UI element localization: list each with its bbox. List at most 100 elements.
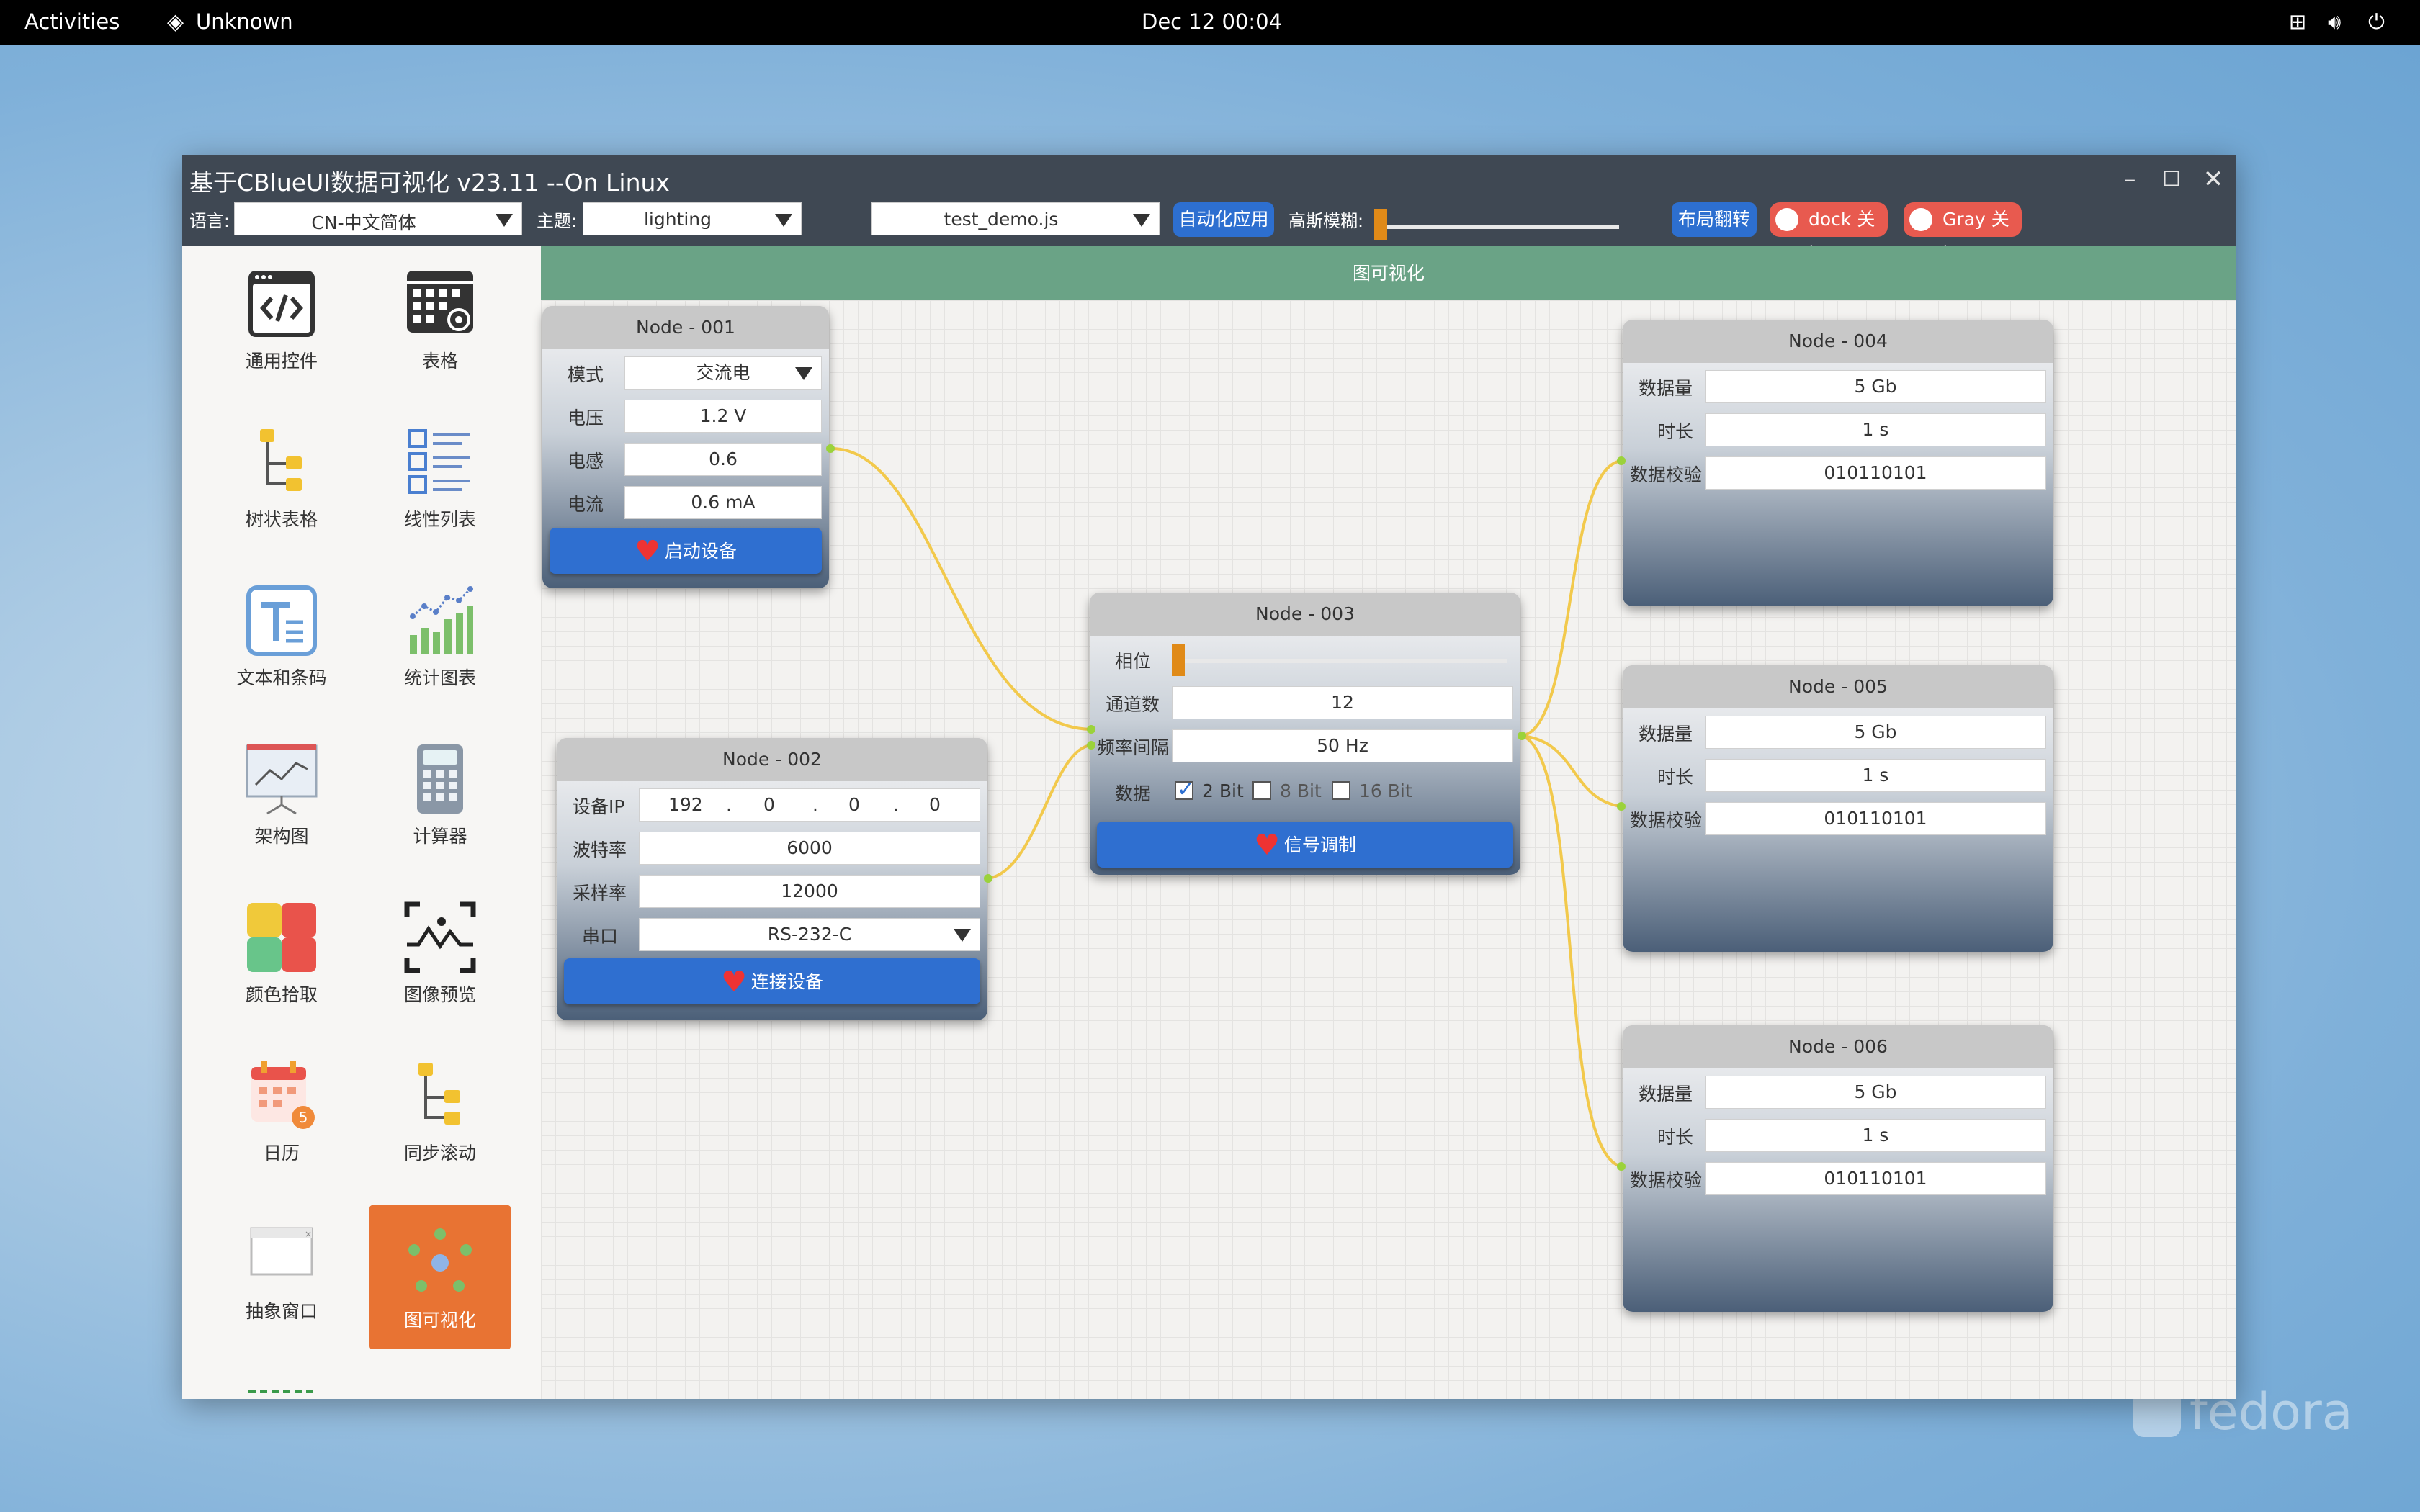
- start-device-button[interactable]: ♥ 启动设备: [550, 528, 822, 574]
- node-006[interactable]: Node - 006 数据量 5 Gb 时长 1 s 数据校验 01011010…: [1623, 1025, 2053, 1312]
- chevron-down-icon: [1133, 214, 1150, 227]
- duration-input[interactable]: 1 s: [1705, 759, 2046, 792]
- auto-apply-button[interactable]: 自动化应用: [1173, 202, 1274, 237]
- duration-input[interactable]: 1 s: [1705, 413, 2046, 446]
- bit16-checkbox[interactable]: [1332, 781, 1350, 800]
- duration-input[interactable]: 1 s: [1705, 1119, 2046, 1152]
- sidebar-item-sync-scroll[interactable]: 同步滚动: [368, 1038, 512, 1182]
- dock-toggle[interactable]: dock 关闭: [1770, 202, 1888, 264]
- app-menu-icon[interactable]: ◈: [167, 9, 184, 35]
- node-001[interactable]: Node - 001 模式 交流电 电压 1.2 V 电感 0.6 电流 0.6…: [542, 306, 829, 588]
- activities-button[interactable]: Activities: [24, 9, 120, 34]
- sidebar-item-calculator[interactable]: 计算器: [368, 721, 512, 865]
- heart-icon: ♥: [1254, 829, 1280, 862]
- presentation-icon: [246, 744, 318, 815]
- inductance-input[interactable]: 0.6: [624, 443, 822, 476]
- script-select[interactable]: test_demo.js: [871, 202, 1160, 235]
- node-004[interactable]: Node - 004 数据量 5 Gb 时长 1 s 数据校验 01011010…: [1623, 320, 2053, 606]
- minimize-icon[interactable]: –: [2115, 165, 2144, 194]
- canvas-header: 图可视化: [541, 246, 2236, 300]
- sidebar-item-linear-list[interactable]: 线性列表: [368, 405, 512, 549]
- serial-port-select[interactable]: RS-232-C: [639, 918, 980, 951]
- sidebar-item-label: 树状表格: [245, 509, 318, 530]
- connect-device-button[interactable]: ♥ 连接设备: [564, 958, 980, 1004]
- ip-octet-4[interactable]: 0: [929, 789, 941, 821]
- graph-icon: [408, 1228, 472, 1292]
- sidebar-item-architecture[interactable]: 架构图: [210, 721, 354, 865]
- sidebar-item-stat-chart[interactable]: 统计图表: [368, 563, 512, 707]
- sidebar-item-color-picker[interactable]: 颜色拾取: [210, 880, 354, 1024]
- maximize-icon[interactable]: ☐: [2157, 165, 2186, 194]
- gray-toggle[interactable]: Gray 关闭: [1904, 202, 2022, 264]
- node-003-input-port-a[interactable]: [1087, 725, 1095, 734]
- ip-octet-1[interactable]: 192: [668, 789, 703, 821]
- sidebar-item-image-preview[interactable]: 图像预览: [368, 880, 512, 1024]
- volume-icon[interactable]: 🔊︎: [2328, 9, 2341, 35]
- phase-slider[interactable]: [1172, 659, 1507, 663]
- sidebar-items: 通用控件 表格 树状表格 线性列表 文本和条码 统计图表 架构图 计算器 颜色拾…: [182, 246, 541, 1399]
- sample-rate-input[interactable]: 12000: [639, 875, 980, 908]
- data-amount-input[interactable]: 5 Gb: [1705, 370, 2046, 403]
- sidebar-item-graph-visualization[interactable]: 图可视化: [369, 1205, 511, 1349]
- language-value: CN-中文简体: [311, 212, 416, 233]
- checksum-input[interactable]: 010110101: [1705, 1162, 2046, 1195]
- device-ip-input[interactable]: 192 . 0 . 0 . 0: [639, 788, 980, 822]
- ip-octet-2[interactable]: 0: [763, 789, 775, 821]
- close-icon[interactable]: ✕: [2199, 165, 2228, 194]
- bit8-checkbox[interactable]: [1252, 781, 1271, 800]
- node-title[interactable]: Node - 006: [1623, 1025, 2053, 1068]
- current-input[interactable]: 0.6 mA: [624, 486, 822, 519]
- checksum-input[interactable]: 010110101: [1705, 802, 2046, 835]
- tree-table-icon: [260, 429, 302, 491]
- bit8-label: 8 Bit: [1280, 780, 1322, 801]
- sidebar-item-tree-table[interactable]: 树状表格: [210, 405, 354, 549]
- node-title[interactable]: Node - 005: [1623, 665, 2053, 708]
- node-003[interactable]: Node - 003 相位 通道数 12 频率间隔 50 Hz 数据 2 Bit…: [1090, 593, 1520, 875]
- node-003-output-port[interactable]: [1518, 732, 1526, 740]
- language-select[interactable]: CN-中文简体: [234, 202, 522, 235]
- blur-slider-thumb[interactable]: [1374, 209, 1387, 240]
- sidebar-item-general-controls[interactable]: 通用控件: [210, 246, 354, 390]
- layout-flip-button[interactable]: 布局翻转: [1672, 202, 1757, 237]
- system-top-bar: Activities ◈ Unknown Dec 12 00:04 ⊞ 🔊︎ ⏻: [0, 0, 2420, 45]
- sidebar-item-abstract-window[interactable]: × 抽象窗口: [210, 1197, 354, 1341]
- node-005-input-port[interactable]: [1617, 802, 1626, 811]
- sidebar-item-text-barcode[interactable]: 文本和条码: [210, 563, 354, 707]
- node-001-output-port[interactable]: [826, 444, 835, 453]
- chevron-down-icon: [775, 214, 792, 227]
- data-amount-input[interactable]: 5 Gb: [1705, 716, 2046, 749]
- node-002-output-port[interactable]: [984, 874, 992, 883]
- voltage-input[interactable]: 1.2 V: [624, 400, 822, 433]
- channels-input[interactable]: 12: [1172, 686, 1513, 719]
- node-003-input-port-b[interactable]: [1087, 741, 1095, 750]
- data-amount-input[interactable]: 5 Gb: [1705, 1076, 2046, 1109]
- mode-select[interactable]: 交流电: [624, 356, 822, 390]
- phase-slider-thumb[interactable]: [1172, 644, 1185, 676]
- clock[interactable]: Dec 12 00:04: [1142, 9, 1282, 34]
- sidebar-item-calendar[interactable]: 5 日历: [210, 1038, 354, 1182]
- freq-interval-input[interactable]: 50 Hz: [1172, 729, 1513, 762]
- phase-label: 相位: [1115, 651, 1152, 672]
- node-title[interactable]: Node - 003: [1090, 593, 1520, 636]
- sidebar-item-table[interactable]: 表格: [368, 246, 512, 390]
- blur-slider[interactable]: [1374, 225, 1619, 229]
- node-002[interactable]: Node - 002 设备IP 192 . 0 . 0 . 0 波特率 6000…: [557, 738, 987, 1020]
- ip-octet-3[interactable]: 0: [848, 789, 860, 821]
- node-004-input-port[interactable]: [1617, 456, 1626, 465]
- checksum-input[interactable]: 010110101: [1705, 456, 2046, 490]
- sidebar-item-label: 日历: [263, 1143, 300, 1164]
- power-icon[interactable]: ⏻: [2368, 9, 2385, 35]
- node-title[interactable]: Node - 001: [542, 306, 829, 349]
- node-006-input-port[interactable]: [1617, 1162, 1626, 1171]
- sidebar-item-label: 通用控件: [245, 351, 318, 372]
- node-title[interactable]: Node - 002: [557, 738, 987, 781]
- node-title[interactable]: Node - 004: [1623, 320, 2053, 363]
- theme-select[interactable]: lighting: [583, 202, 802, 235]
- bit2-checkbox[interactable]: [1175, 777, 1195, 802]
- baud-input[interactable]: 6000: [639, 832, 980, 865]
- app-menu-label[interactable]: Unknown: [196, 9, 293, 34]
- node-005[interactable]: Node - 005 数据量 5 Gb 时长 1 s 数据校验 01011010…: [1623, 665, 2053, 952]
- network-icon[interactable]: ⊞: [2289, 9, 2306, 34]
- signal-modulation-button[interactable]: ♥ 信号调制: [1097, 822, 1513, 868]
- mode-value: 交流电: [696, 362, 750, 383]
